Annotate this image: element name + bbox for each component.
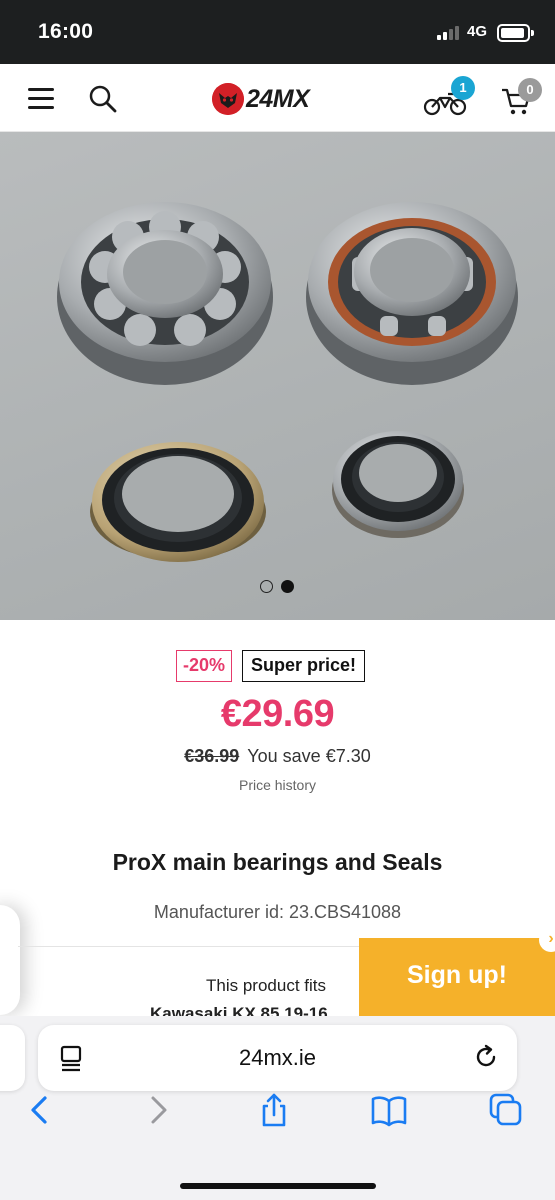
site-logo[interactable]: 24MX <box>212 82 342 116</box>
garage-count-badge: 1 <box>451 76 475 100</box>
manufacturer-id: Manufacturer id: 23.CBS41088 <box>153 902 402 922</box>
battery-icon <box>497 24 534 42</box>
search-icon[interactable] <box>88 84 118 114</box>
current-price: €29.69 <box>220 693 335 735</box>
home-indicator[interactable] <box>180 1183 376 1189</box>
signup-banner[interactable]: Sign up! › <box>359 928 555 1016</box>
url-text: 24mx.ie <box>238 1045 317 1070</box>
signal-icon <box>437 26 459 40</box>
gallery-dot-1[interactable] <box>260 580 273 593</box>
cart-count-badge: 0 <box>518 78 542 102</box>
previous-tab-edge[interactable] <box>0 1025 25 1091</box>
price-history-link[interactable]: Price history <box>0 777 555 793</box>
back-icon[interactable] <box>22 1092 58 1128</box>
tabs-icon[interactable] <box>488 1092 524 1128</box>
site-header: 24MX 1 0 <box>0 64 555 132</box>
super-price-badge: Super price! <box>242 650 366 682</box>
forward-icon[interactable] <box>140 1092 176 1128</box>
status-bar: 16:00 4G <box>0 0 555 64</box>
savings-row: €36.99 You save €7.30 <box>0 746 555 767</box>
network-type: 4G <box>467 23 488 40</box>
savings-text: You save €7.30 <box>247 746 371 766</box>
logo-text: 24MX <box>246 85 310 113</box>
bearings-photo <box>57 202 518 562</box>
signup-label: Sign up! <box>407 961 507 989</box>
product-title: ProX main bearings and Seals <box>112 849 443 875</box>
reload-icon[interactable] <box>472 1043 500 1071</box>
gallery-dot-2[interactable] <box>281 580 294 593</box>
status-time: 16:00 <box>38 20 94 43</box>
product-image[interactable] <box>0 132 555 620</box>
fits-label: This product fits <box>206 976 326 995</box>
logo-mark-icon <box>212 83 244 115</box>
close-icon[interactable]: › <box>539 928 555 952</box>
discount-badge: -20% <box>176 650 233 682</box>
bookmarks-icon[interactable] <box>371 1092 407 1128</box>
address-bar[interactable]: 24mx.ie <box>38 1025 517 1091</box>
old-price: €36.99 <box>184 746 240 766</box>
menu-icon[interactable] <box>28 88 54 110</box>
share-icon[interactable] <box>256 1092 292 1128</box>
